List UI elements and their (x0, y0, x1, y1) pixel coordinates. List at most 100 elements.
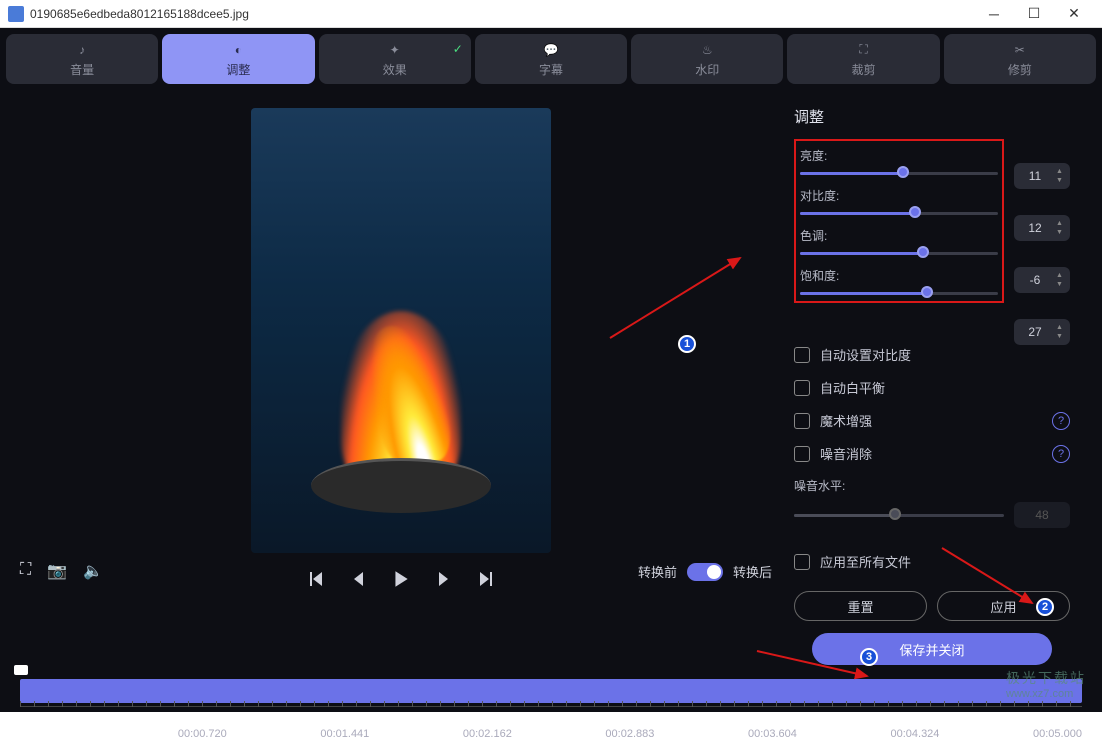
fullscreen-icon[interactable]: ⛶ (20, 561, 31, 581)
tab-label: 效果 (383, 61, 407, 78)
before-after-toggle: 转换前 转换后 (638, 562, 772, 581)
auto-contrast-row: 自动设置对比度 (794, 345, 1070, 364)
next-frame-icon[interactable] (435, 570, 453, 588)
minimize-button[interactable]: ─ (974, 0, 1014, 28)
camera-icon[interactable]: 📷 (47, 561, 67, 581)
annotation-badge-2: 2 (1036, 598, 1054, 616)
time-mark: 00:04.324 (890, 728, 939, 740)
tab-effect[interactable]: ✦ 效果 ✓ (319, 34, 471, 84)
contrast-label: 对比度: (800, 187, 998, 204)
preview-column: ⛶ 📷 🔈 转换前 转换后 1 (20, 98, 782, 665)
panel-title: 调整 (794, 106, 1070, 127)
auto-wb-checkbox[interactable] (794, 380, 810, 396)
titlebar: 0190685e6edbeda8012165188dcee5.jpg ─ ☐ ✕ (0, 0, 1102, 28)
after-label: 转换后 (733, 562, 772, 581)
annotation-badge-3: 3 (860, 648, 878, 666)
skip-start-icon[interactable] (307, 570, 325, 588)
contrast-icon: ◐ (229, 41, 247, 59)
play-icon[interactable] (391, 569, 411, 589)
magic-enhance-row: 魔术增强 ? (794, 411, 1070, 430)
time-mark: 00:05.000 (1033, 728, 1082, 740)
time-mark: 00:00:00.000 (20, 728, 84, 740)
check-icon: ✓ (453, 42, 463, 56)
brightness-slider[interactable] (800, 172, 998, 175)
time-mark: 00:01.441 (320, 728, 369, 740)
noise-level-group: 噪音水平: 48 (794, 477, 1070, 528)
noise-remove-label: 噪音消除 (820, 444, 872, 463)
prev-frame-icon[interactable] (349, 570, 367, 588)
music-note-icon: ♪ (73, 41, 91, 59)
timeline: 00:00:00.000 00:00.720 00:01.441 00:02.1… (0, 665, 1102, 750)
tab-label: 调整 (226, 61, 250, 78)
tab-volume[interactable]: ♪ 音量 (6, 34, 158, 84)
annotation-arrow-1 (600, 248, 760, 348)
hue-group: 色调: (800, 227, 998, 255)
crop-icon: ⛶ (855, 41, 873, 59)
maximize-button[interactable]: ☐ (1014, 0, 1054, 28)
time-ruler: 00:00:00.000 00:00.720 00:01.441 00:02.1… (20, 728, 1082, 740)
tab-watermark[interactable]: ♨ 水印 (631, 34, 783, 84)
hue-spinner[interactable]: -6▲▼ (1014, 267, 1070, 293)
wand-icon: ✦ (386, 41, 404, 59)
tab-label: 裁剪 (852, 61, 876, 78)
annotation-badge-1: 1 (678, 335, 696, 353)
scissors-icon: ✂ (1011, 41, 1029, 59)
speaker-icon[interactable]: 🔈 (83, 561, 103, 581)
auto-contrast-label: 自动设置对比度 (820, 345, 911, 364)
hue-label: 色调: (800, 227, 998, 244)
playhead[interactable] (14, 665, 28, 675)
close-button[interactable]: ✕ (1054, 0, 1094, 28)
skip-end-icon[interactable] (477, 570, 495, 588)
adjust-panel: 调整 亮度: 对比度: (782, 98, 1082, 665)
main-area: ⛶ 📷 🔈 转换前 转换后 1 (0, 90, 1102, 665)
auto-wb-row: 自动白平衡 (794, 378, 1070, 397)
help-icon[interactable]: ? (1052, 412, 1070, 430)
tab-label: 音量 (70, 61, 94, 78)
magic-enhance-checkbox[interactable] (794, 413, 810, 429)
time-mark: 00:03.604 (748, 728, 797, 740)
tab-adjust[interactable]: ◐ 调整 (162, 34, 314, 84)
tab-label: 字幕 (539, 61, 563, 78)
fire-graphic (301, 233, 501, 493)
brightness-group: 亮度: (800, 147, 998, 175)
toolbar-tabs: ♪ 音量 ◐ 调整 ✦ 效果 ✓ 💬 字幕 ♨ 水印 ⛶ 裁剪 ✂ 修剪 (0, 28, 1102, 90)
tab-crop[interactable]: ⛶ 裁剪 (787, 34, 939, 84)
noise-remove-checkbox[interactable] (794, 446, 810, 462)
bowl-graphic (311, 458, 491, 513)
contrast-slider[interactable] (800, 212, 998, 215)
brightness-spinner[interactable]: 11▲▼ (1014, 163, 1070, 189)
noise-level-slider[interactable] (794, 514, 1004, 517)
noise-level-spinner[interactable]: 48 (1014, 502, 1070, 528)
contrast-spinner[interactable]: 12▲▼ (1014, 215, 1070, 241)
preview-switch[interactable] (687, 563, 723, 581)
tab-label: 水印 (695, 61, 719, 78)
timeline-clip[interactable] (20, 679, 1082, 703)
preview-tools: ⛶ 📷 🔈 (20, 561, 103, 581)
slider-highlight-box: 亮度: 对比度: 色调: (794, 139, 1004, 303)
saturation-spinner[interactable]: 27▲▼ (1014, 319, 1070, 345)
contrast-group: 对比度: (800, 187, 998, 215)
tab-subtitle[interactable]: 💬 字幕 (475, 34, 627, 84)
noise-remove-row: 噪音消除 ? (794, 444, 1070, 463)
save-close-button[interactable]: 保存并关闭 (812, 633, 1052, 665)
saturation-slider[interactable] (800, 292, 998, 295)
apply-all-checkbox[interactable] (794, 554, 810, 570)
action-buttons: 重置 应用 (794, 591, 1070, 621)
help-icon[interactable]: ? (1052, 445, 1070, 463)
app-body: ♪ 音量 ◐ 调整 ✦ 效果 ✓ 💬 字幕 ♨ 水印 ⛶ 裁剪 ✂ 修剪 (0, 28, 1102, 712)
reset-button[interactable]: 重置 (794, 591, 927, 621)
subtitle-icon: 💬 (542, 41, 560, 59)
magic-enhance-label: 魔术增强 (820, 411, 872, 430)
apply-all-row: 应用至所有文件 (794, 552, 1070, 571)
hue-slider[interactable] (800, 252, 998, 255)
noise-level-label: 噪音水平: (794, 477, 1070, 494)
auto-contrast-checkbox[interactable] (794, 347, 810, 363)
saturation-group: 饱和度: (800, 267, 998, 295)
site-watermark: 极光下载站 www.xz7.com (1006, 668, 1086, 700)
apply-all-label: 应用至所有文件 (820, 552, 911, 571)
brightness-label: 亮度: (800, 147, 998, 164)
saturation-label: 饱和度: (800, 267, 998, 284)
tab-trim[interactable]: ✂ 修剪 (944, 34, 1096, 84)
auto-wb-label: 自动白平衡 (820, 378, 885, 397)
time-mark: 00:00.720 (178, 728, 227, 740)
